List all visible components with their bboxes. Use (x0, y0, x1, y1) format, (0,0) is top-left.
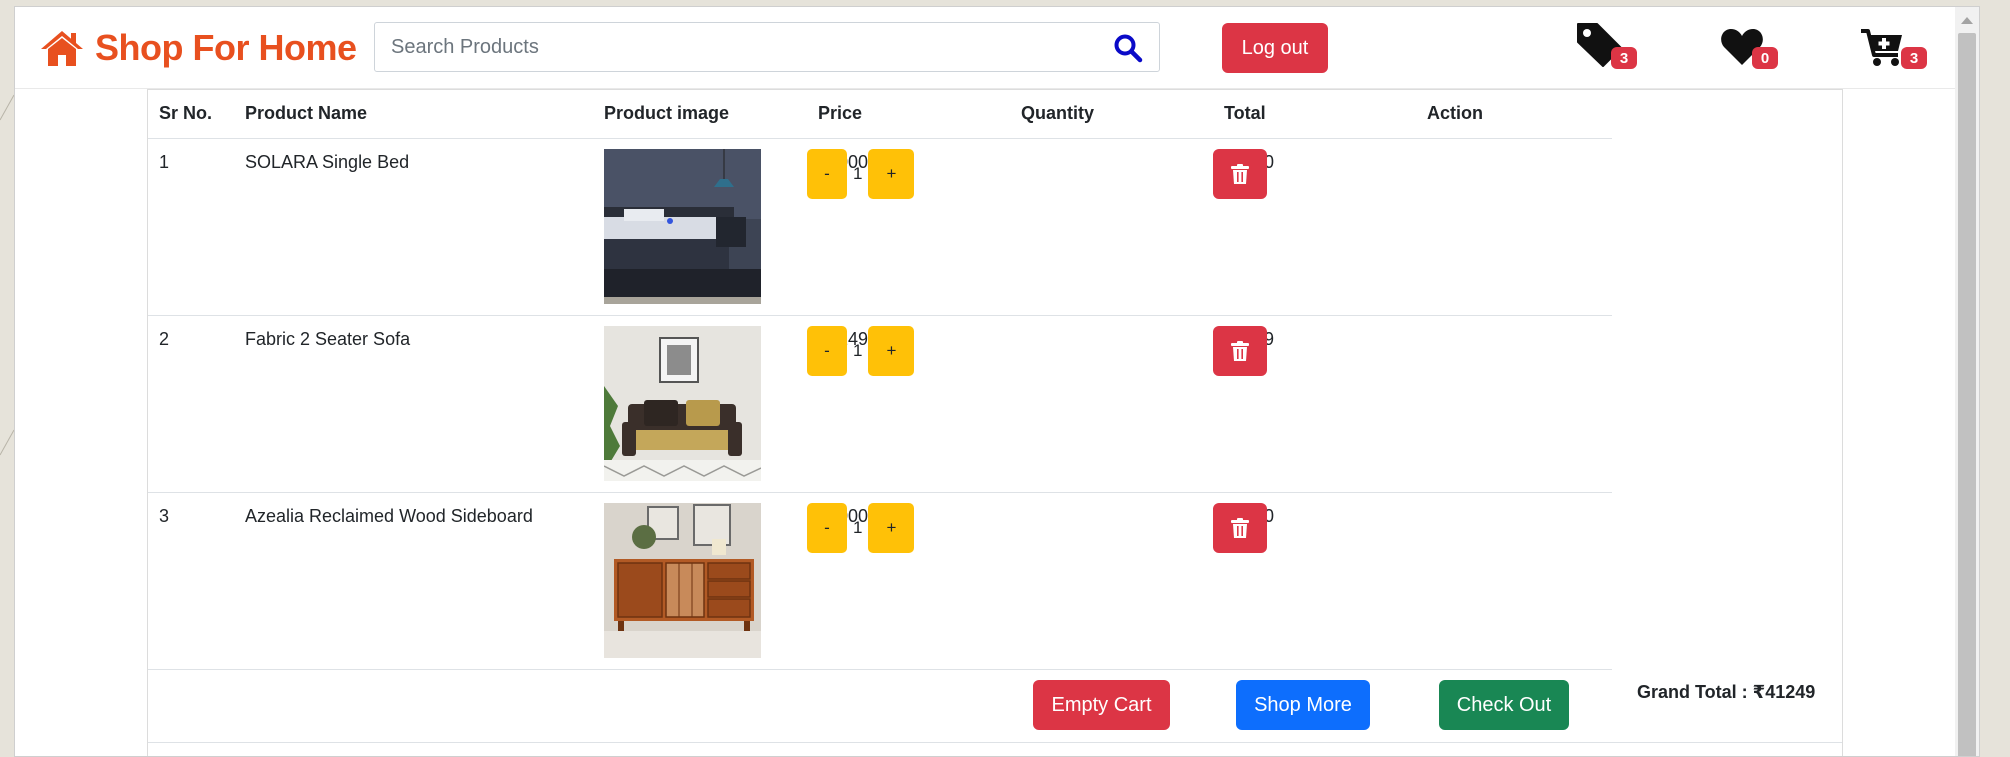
cart-count-badge: 3 (1901, 47, 1927, 69)
search-input[interactable] (375, 23, 1095, 71)
quantity-value: 1 (853, 518, 863, 537)
browser-viewport: Shop For Home Log out 3 0 (14, 6, 1980, 757)
quantity-stepper: - 1 + (807, 149, 915, 199)
cart-table: Sr No. Product Name Product image Price … (147, 89, 1843, 756)
checkout-button[interactable]: Check Out (1439, 680, 1569, 730)
decrease-quantity-button[interactable]: - (807, 149, 847, 199)
decrease-quantity-button[interactable]: - (807, 503, 847, 553)
row-sr-no: 3 (159, 506, 170, 526)
increase-quantity-button[interactable]: + (868, 503, 915, 553)
trash-icon (1231, 341, 1249, 361)
wishlist-count-badge: 0 (1752, 47, 1778, 69)
delete-item-button[interactable] (1213, 149, 1267, 199)
cart-footer: Empty Cart Shop More Check Out Grand Tot… (148, 670, 1842, 743)
vertical-scrollbar[interactable] (1955, 7, 1979, 756)
delete-item-button[interactable] (1213, 503, 1267, 553)
cart-plus-icon (1861, 29, 1902, 66)
table-row: 1 SOLARA Single Bed 1500 (148, 139, 1612, 316)
quantity-value: 1 (853, 341, 863, 360)
header-total: Total (1224, 103, 1266, 123)
wishlist-link[interactable]: 0 (1720, 21, 1790, 69)
quantity-stepper: - 1 + (807, 326, 915, 376)
quantity-stepper: - 1 + (807, 503, 915, 553)
row-sr-no: 2 (159, 329, 170, 349)
cart-link[interactable]: 3 (1860, 21, 1935, 69)
row-sr-no: 1 (159, 152, 170, 172)
grand-total: Grand Total : ₹41249 (1637, 682, 1816, 702)
home-icon (41, 31, 83, 66)
navbar: Shop For Home Log out 3 0 (15, 7, 1979, 89)
row-product-name: SOLARA Single Bed (245, 152, 410, 172)
header-sr-no: Sr No. (159, 103, 213, 123)
row-product-name: Azealia Reclaimed Wood Sideboard (245, 506, 533, 526)
row-product-name: Fabric 2 Seater Sofa (245, 329, 411, 349)
logout-button[interactable]: Log out (1222, 23, 1328, 73)
scrollbar-thumb[interactable] (1958, 33, 1976, 756)
product-image-sideboard (604, 503, 761, 658)
empty-cart-button[interactable]: Empty Cart (1033, 680, 1170, 730)
header-price: Price (818, 103, 863, 123)
table-row: 2 Fabric 2 Seater Sofa 1 (148, 316, 1612, 493)
header-quantity: Quantity (1021, 103, 1095, 123)
search-icon[interactable] (1113, 33, 1143, 63)
increase-quantity-button[interactable]: + (868, 149, 915, 199)
quantity-value: 1 (853, 164, 863, 183)
brand-name: Shop For Home (95, 27, 357, 68)
delete-item-button[interactable] (1213, 326, 1267, 376)
shop-more-button[interactable]: Shop More (1236, 680, 1370, 730)
brand-link[interactable]: Shop For Home (39, 23, 357, 73)
header-product-image: Product image (604, 103, 730, 123)
tags-count-badge: 3 (1611, 47, 1637, 69)
search-bar (374, 22, 1160, 72)
scroll-up-arrow-icon[interactable] (1961, 17, 1973, 24)
table-row: 3 Azealia Reclaimed Wood Sideboard - 1 + (148, 493, 1612, 670)
trash-icon (1231, 164, 1249, 184)
tags-link[interactable]: 3 (1575, 21, 1655, 69)
table-header: Sr No. Product Name Product image Price … (148, 90, 1612, 139)
trash-icon (1231, 518, 1249, 538)
header-action: Action (1427, 103, 1483, 123)
product-image-bed (604, 149, 761, 304)
decrease-quantity-button[interactable]: - (807, 326, 847, 376)
header-product-name: Product Name (245, 103, 368, 123)
product-image-sofa (604, 326, 761, 481)
increase-quantity-button[interactable]: + (868, 326, 915, 376)
